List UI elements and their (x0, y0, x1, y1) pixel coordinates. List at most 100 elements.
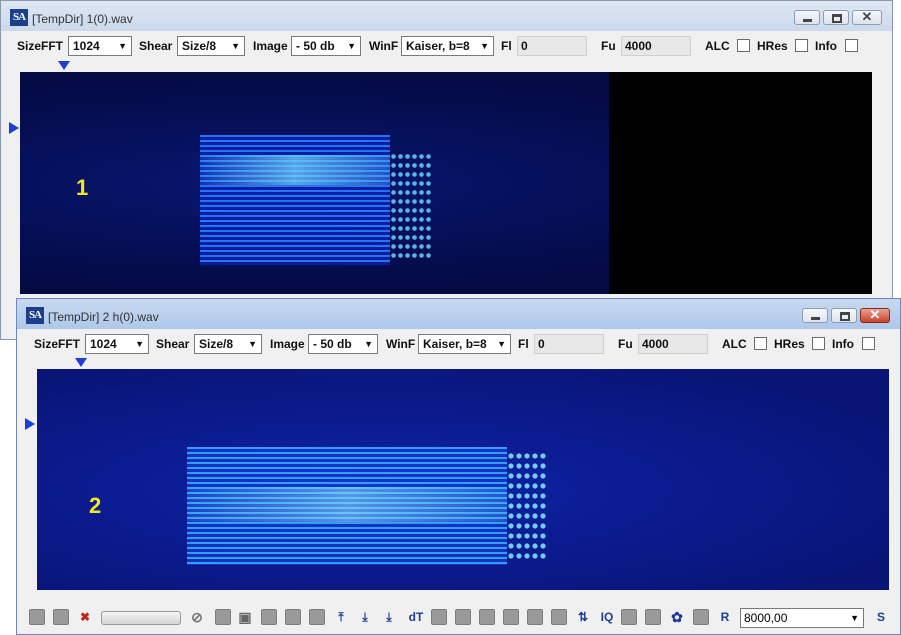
signal-burst (187, 447, 507, 565)
sizefft-value: 1024 (90, 337, 117, 351)
winf-label: WinF (369, 39, 399, 53)
fl-field[interactable]: 0 (517, 36, 587, 56)
chevron-down-icon: ▼ (850, 613, 859, 623)
hres-checkbox[interactable] (812, 337, 825, 350)
title-bar[interactable]: SA [TempDir] 2 h(0).wav ✕ (17, 299, 900, 329)
delete-icon[interactable]: ✖ (77, 609, 93, 625)
spectrogram-canvas[interactable] (20, 72, 872, 294)
hres-checkbox[interactable] (795, 39, 808, 52)
info-label: Info (832, 337, 854, 351)
chevron-down-icon: ▼ (364, 339, 373, 349)
grid-icon[interactable] (309, 609, 325, 625)
chevron-down-icon: ▼ (347, 41, 356, 51)
record-icon[interactable] (29, 609, 45, 625)
spectrum-window-1: SA [TempDir] 1(0).wav ✕ SizeFFT 1024 ▼ Sh… (0, 0, 893, 340)
shear-value: Size/8 (182, 39, 217, 53)
no-entry-icon[interactable]: ⊘ (189, 609, 205, 625)
info-checkbox[interactable] (845, 39, 858, 52)
copy-icon[interactable] (455, 609, 471, 625)
overlay-number-label: 1 (76, 175, 89, 200)
playback-progress-bar[interactable] (101, 611, 181, 625)
iq-button[interactable]: IQ (597, 609, 617, 625)
bottom-toolbar: ✖ ⊘ ▣ ⤒ ⤓ ⤓ dT ⇅ IQ ✿ R 8000,00 ▼ S (17, 604, 900, 630)
frequency-cursor-marker[interactable] (25, 418, 35, 430)
sample-rate-select[interactable]: 8000,00 ▼ (740, 608, 864, 628)
sizefft-label: SizeFFT (17, 39, 64, 53)
minimize-button[interactable] (802, 308, 828, 323)
winf-value: Kaiser, b=8 (406, 39, 470, 53)
close-button[interactable]: ✕ (860, 307, 890, 323)
gear-icon[interactable]: ✿ (669, 609, 685, 625)
minimize-button[interactable] (794, 10, 820, 25)
dt-button[interactable]: dT (405, 609, 427, 625)
winf-select[interactable]: Kaiser, b=8 ▼ (418, 334, 511, 354)
open-icon[interactable] (551, 609, 567, 625)
save-icon[interactable] (527, 609, 543, 625)
maximize-icon (832, 14, 842, 23)
alc-checkbox[interactable] (737, 39, 750, 52)
minimize-icon (811, 317, 820, 320)
play-icon[interactable] (53, 609, 69, 625)
image-select[interactable]: - 50 db ▼ (291, 36, 361, 56)
signal-pulses (507, 451, 547, 561)
sizefft-label: SizeFFT (34, 337, 81, 351)
window-title: [TempDir] 2 h(0).wav (48, 310, 159, 324)
maximize-button[interactable] (831, 308, 857, 323)
chevron-down-icon: ▼ (497, 339, 506, 349)
close-button[interactable]: ✕ (852, 9, 882, 25)
tools-icon[interactable] (693, 609, 709, 625)
signal-pulses (390, 152, 432, 262)
winf-select[interactable]: Kaiser, b=8 ▼ (401, 36, 494, 56)
fu-label: Fu (601, 39, 616, 53)
chevron-down-icon: ▼ (248, 339, 257, 349)
maximize-button[interactable] (823, 10, 849, 25)
winf-value: Kaiser, b=8 (423, 337, 487, 351)
settings-icon[interactable] (621, 609, 637, 625)
zoom-in-icon[interactable] (215, 609, 231, 625)
shear-select[interactable]: Size/8 ▼ (177, 36, 245, 56)
scale-icon[interactable] (285, 609, 301, 625)
winf-label: WinF (386, 337, 416, 351)
fu-field[interactable]: 4000 (638, 334, 708, 354)
time-cursor-marker[interactable] (75, 358, 87, 367)
alc-label: ALC (722, 337, 747, 351)
fl-label: Fl (518, 337, 529, 351)
filter-icon[interactable] (431, 609, 447, 625)
spectrogram-canvas[interactable] (37, 369, 889, 590)
alc-checkbox[interactable] (754, 337, 767, 350)
time-cursor-marker[interactable] (58, 61, 70, 70)
export-icon[interactable] (503, 609, 519, 625)
paste-icon[interactable] (479, 609, 495, 625)
app-logo-icon: SA (26, 307, 44, 324)
chevron-down-icon: ▼ (135, 339, 144, 349)
close-icon: ✕ (861, 9, 873, 24)
s-button[interactable]: S (873, 609, 889, 625)
frequency-cursor-marker[interactable] (9, 122, 19, 134)
spectrum-window-2: SA [TempDir] 2 h(0).wav ✕ SizeFFT 1024 ▼ … (16, 298, 901, 635)
r-button[interactable]: R (717, 609, 733, 625)
markers-icon[interactable] (261, 609, 277, 625)
shear-label: Shear (156, 337, 190, 351)
shear-label: Shear (139, 39, 173, 53)
sizefft-select[interactable]: 1024 ▼ (85, 334, 149, 354)
image-select[interactable]: - 50 db ▼ (308, 334, 378, 354)
window-title: [TempDir] 1(0).wav (32, 12, 133, 26)
sizefft-select[interactable]: 1024 ▼ (68, 36, 132, 56)
fu-field[interactable]: 4000 (621, 36, 691, 56)
align-bottom-icon[interactable]: ⤓ (381, 609, 397, 625)
fu-label: Fu (618, 337, 633, 351)
move-down-icon[interactable]: ⤓ (357, 609, 373, 625)
image-label: Image (253, 39, 288, 53)
swap-icon[interactable]: ⇅ (575, 609, 591, 625)
title-bar[interactable]: SA [TempDir] 1(0).wav ✕ (1, 1, 892, 31)
info-checkbox[interactable] (862, 337, 875, 350)
image-value: - 50 db (313, 337, 352, 351)
fl-field[interactable]: 0 (534, 334, 604, 354)
frame-icon[interactable]: ▣ (237, 609, 253, 625)
signal-burst (200, 135, 390, 265)
info-label: Info (815, 39, 837, 53)
move-up-icon[interactable]: ⤒ (333, 609, 349, 625)
options-icon[interactable] (645, 609, 661, 625)
shear-select[interactable]: Size/8 ▼ (194, 334, 262, 354)
chevron-down-icon: ▼ (480, 41, 489, 51)
